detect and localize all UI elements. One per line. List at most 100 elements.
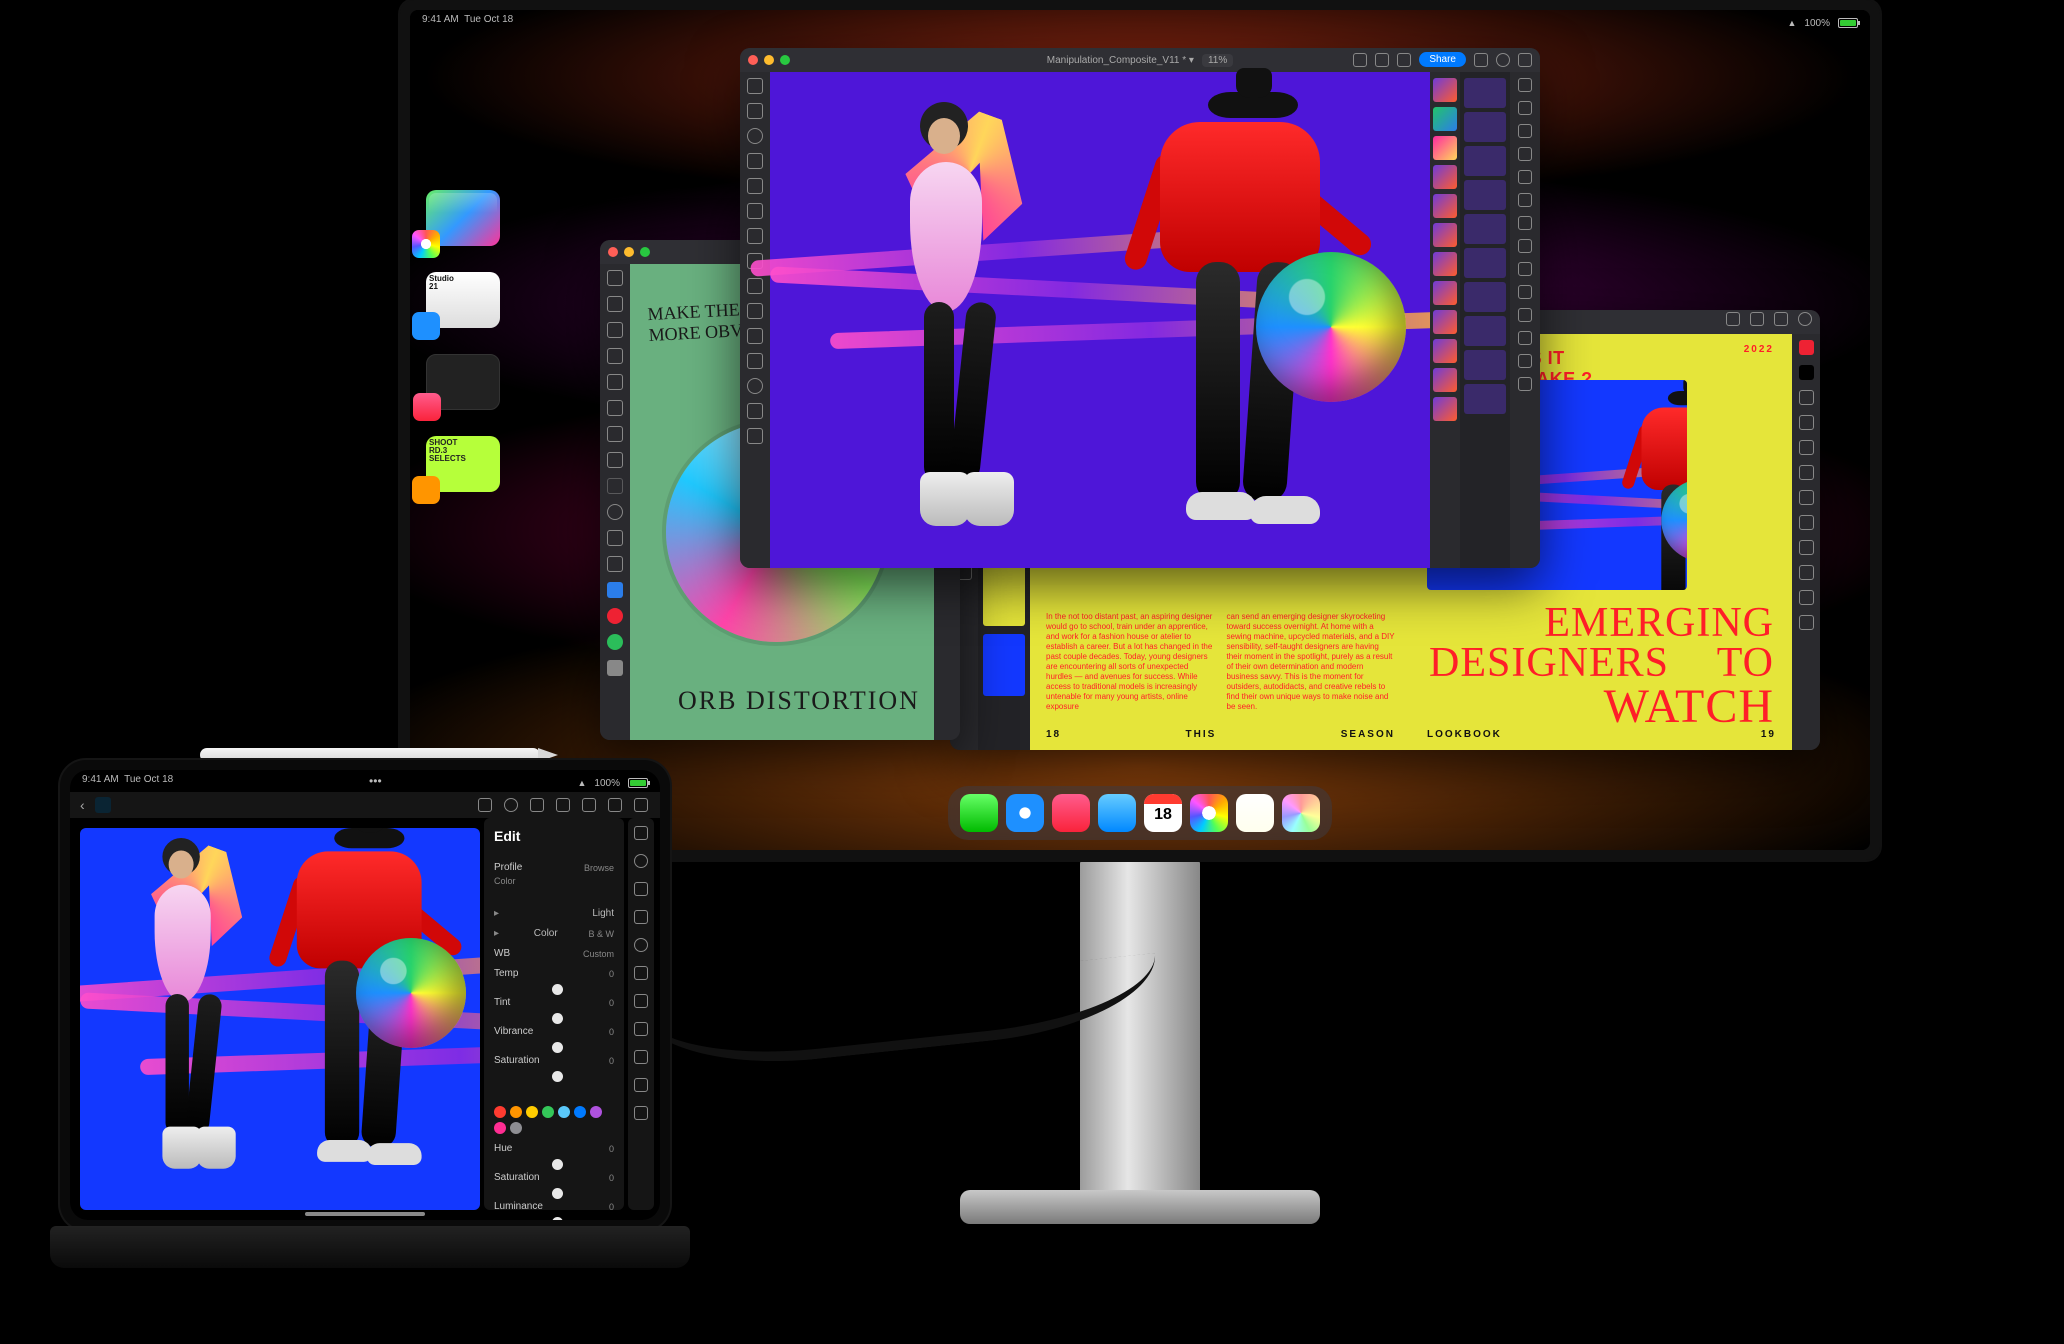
- layer-thumb[interactable]: [1464, 384, 1506, 414]
- edit-tab-icon[interactable]: [634, 826, 648, 840]
- cloud-sync-icon[interactable]: [582, 798, 596, 812]
- fields-panel-icon[interactable]: [1799, 515, 1814, 530]
- pen-tool-icon[interactable]: [747, 353, 763, 369]
- group-light[interactable]: Light: [494, 908, 614, 919]
- transform-studio-icon[interactable]: [1518, 285, 1532, 299]
- fullscreen-icon[interactable]: [780, 55, 790, 65]
- share-button[interactable]: Share: [1419, 52, 1466, 67]
- layer-row[interactable]: [1433, 310, 1457, 334]
- channels-studio-icon[interactable]: [1518, 308, 1532, 322]
- color-mix-swatches[interactable]: [494, 1106, 614, 1134]
- layer-thumb[interactable]: [1464, 316, 1506, 346]
- brush-tool-icon[interactable]: [747, 203, 763, 219]
- text-studio-icon[interactable]: [1518, 262, 1532, 276]
- zoom-readout[interactable]: 11%: [1202, 54, 1233, 67]
- layer-row[interactable]: [1433, 78, 1457, 102]
- stage-group-photos[interactable]: [426, 190, 500, 246]
- dock-app-calendar[interactable]: 18: [1144, 794, 1182, 832]
- transparency-tool-icon[interactable]: [607, 478, 623, 494]
- layer-thumb[interactable]: [1464, 180, 1506, 210]
- back-icon[interactable]: ‹: [80, 797, 85, 813]
- text-tool-icon[interactable]: [747, 328, 763, 344]
- minimize-icon[interactable]: [764, 55, 774, 65]
- styles-studio-icon[interactable]: [1518, 216, 1532, 230]
- layer-row[interactable]: [1433, 107, 1457, 131]
- dock-app-music[interactable]: [1052, 794, 1090, 832]
- dock-app-photos[interactable]: [1190, 794, 1228, 832]
- view-tool-icon[interactable]: [747, 78, 763, 94]
- color-swatch[interactable]: [526, 1106, 538, 1118]
- point-transform-tool-icon[interactable]: [607, 322, 623, 338]
- photo-canvas[interactable]: [770, 72, 1430, 568]
- color-swatch[interactable]: [542, 1106, 554, 1118]
- optics-tab-icon[interactable]: [634, 1022, 648, 1036]
- masking-tab-icon[interactable]: [634, 938, 648, 952]
- swatch-fill-icon[interactable]: [1799, 340, 1814, 355]
- layer-thumb[interactable]: [1464, 248, 1506, 278]
- wb-value[interactable]: Custom: [583, 949, 614, 959]
- lightroom-icon[interactable]: [95, 797, 111, 813]
- layer-thumb[interactable]: [1464, 146, 1506, 176]
- move-tool-icon[interactable]: [607, 270, 623, 286]
- color-studio-icon[interactable]: [1518, 78, 1532, 92]
- dock-app-freeform[interactable]: [1282, 794, 1320, 832]
- minimize-icon[interactable]: [624, 247, 634, 257]
- share-icon[interactable]: [608, 798, 622, 812]
- color-swatch[interactable]: [494, 1122, 506, 1134]
- navigator-panel-icon[interactable]: [1799, 615, 1814, 630]
- crop-icon[interactable]: [478, 798, 492, 812]
- node-tool-icon[interactable]: [607, 296, 623, 312]
- healing-tool-icon[interactable]: [747, 303, 763, 319]
- export-icon[interactable]: [1474, 53, 1488, 67]
- pencil-tool-icon[interactable]: [607, 400, 623, 416]
- paragraph-panel-icon[interactable]: [1799, 415, 1814, 430]
- undo-icon[interactable]: [1353, 53, 1367, 67]
- layer-thumb[interactable]: [1464, 78, 1506, 108]
- layer-row[interactable]: [1433, 252, 1457, 276]
- swatches-studio-icon[interactable]: [1518, 101, 1532, 115]
- photo-editor-titlebar[interactable]: Manipulation_Composite_V11 * ▾ 11% Share: [740, 48, 1540, 72]
- stroke-panel-icon[interactable]: [1799, 540, 1814, 555]
- document-info-icon[interactable]: [1496, 53, 1510, 67]
- healing-icon[interactable]: [556, 798, 570, 812]
- selection-tool-icon[interactable]: [747, 153, 763, 169]
- crop-tool-icon[interactable]: [747, 178, 763, 194]
- swatch-stroke-icon[interactable]: [607, 634, 623, 650]
- history-studio-icon[interactable]: [1518, 331, 1532, 345]
- brushes-studio-icon[interactable]: [1518, 124, 1532, 138]
- color-swatch[interactable]: [558, 1106, 570, 1118]
- settings-icon[interactable]: [634, 798, 648, 812]
- color-swatch[interactable]: [494, 1106, 506, 1118]
- preview-icon[interactable]: [1726, 312, 1740, 326]
- layers-panel-icon[interactable]: [1799, 465, 1814, 480]
- masking-icon[interactable]: [530, 798, 544, 812]
- settings-icon[interactable]: [1518, 53, 1532, 67]
- stage-group-music[interactable]: [426, 354, 500, 410]
- close-icon[interactable]: [748, 55, 758, 65]
- shape-tool-icon[interactable]: [607, 504, 623, 520]
- vector-brush-tool-icon[interactable]: [607, 426, 623, 442]
- character-panel-icon[interactable]: [1799, 390, 1814, 405]
- photo-editor-window[interactable]: Manipulation_Composite_V11 * ▾ 11% Share: [740, 48, 1540, 568]
- color-swatch[interactable]: [510, 1122, 522, 1134]
- text-styles-icon[interactable]: [1799, 440, 1814, 455]
- text-tool-icon[interactable]: [607, 530, 623, 546]
- export-icon[interactable]: [1750, 312, 1764, 326]
- layer-row[interactable]: [1433, 368, 1457, 392]
- color-picker-tool-icon[interactable]: [747, 128, 763, 144]
- layer-thumb[interactable]: [1464, 214, 1506, 244]
- share-icon[interactable]: [1774, 312, 1788, 326]
- erase-tool-icon[interactable]: [747, 228, 763, 244]
- dodge-tool-icon[interactable]: [747, 278, 763, 294]
- detail-tab-icon[interactable]: [634, 1078, 648, 1092]
- group-color[interactable]: ColorB & W: [494, 928, 614, 939]
- adjust-tab-icon[interactable]: [634, 854, 648, 868]
- layer-row[interactable]: [1433, 397, 1457, 421]
- pen-tool-icon[interactable]: [607, 374, 623, 390]
- color-picker-tool-icon[interactable]: [607, 582, 623, 598]
- healing-tab-icon[interactable]: [634, 966, 648, 980]
- dock-app-safari[interactable]: [1006, 794, 1044, 832]
- move-tool-icon[interactable]: [747, 103, 763, 119]
- dock-app-mail[interactable]: [1098, 794, 1136, 832]
- home-indicator[interactable]: [305, 1212, 425, 1216]
